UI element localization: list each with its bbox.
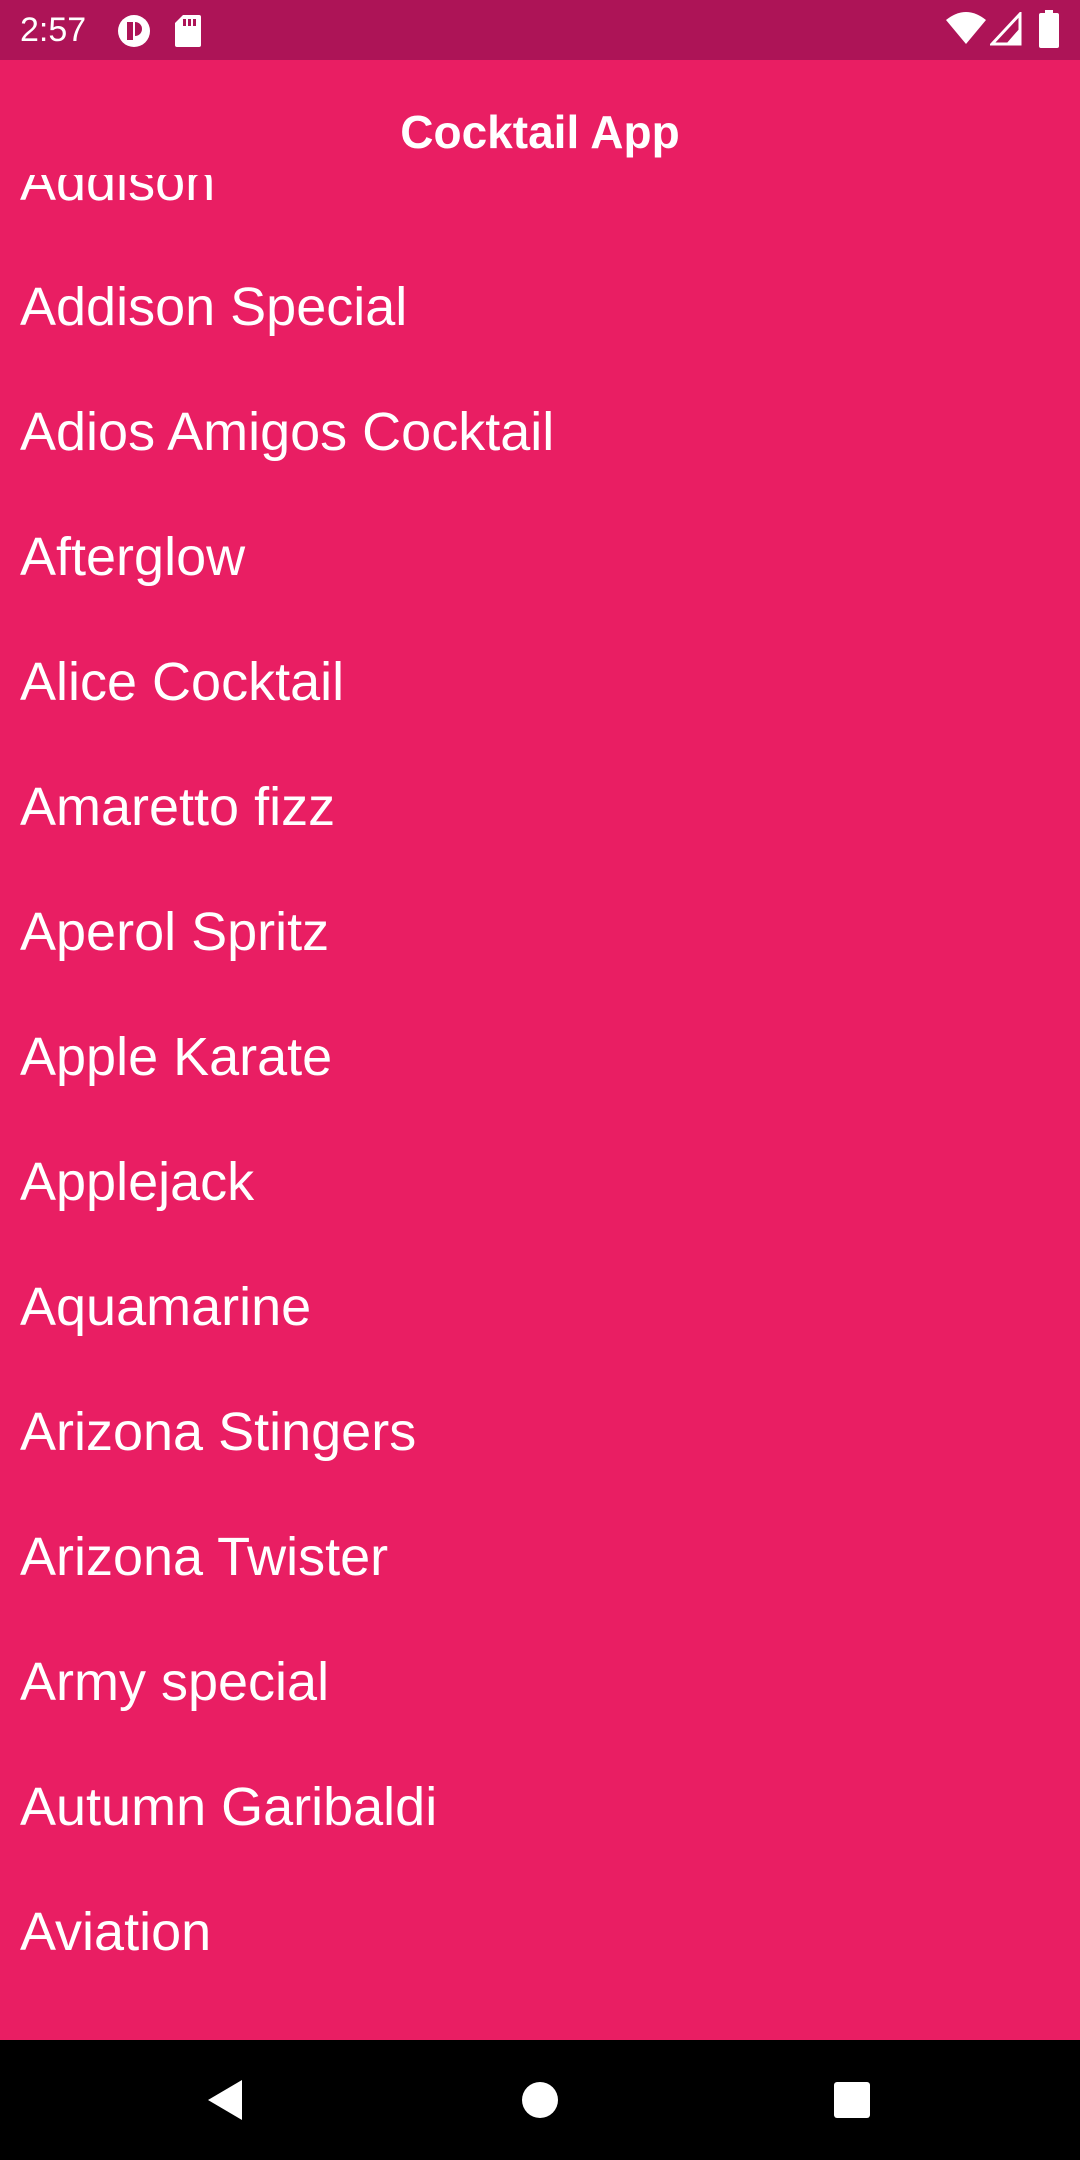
back-icon[interactable] bbox=[196, 2070, 256, 2130]
recents-icon[interactable] bbox=[822, 2070, 882, 2130]
list-item[interactable]: Addison bbox=[0, 175, 1080, 245]
list-item[interactable]: Aperol Spritz bbox=[0, 870, 1080, 995]
list-item[interactable]: Afterglow bbox=[0, 495, 1080, 620]
list-item[interactable]: Addison Special bbox=[0, 245, 1080, 370]
list-item[interactable]: Amaretto fizz bbox=[0, 745, 1080, 870]
list-item[interactable]: Arizona Twister bbox=[0, 1495, 1080, 1620]
sd-card-icon bbox=[174, 14, 202, 53]
cocktail-list-viewport[interactable]: Addison Addison Special Adios Amigos Coc… bbox=[0, 175, 1080, 2040]
list-item[interactable]: Applejack bbox=[0, 1120, 1080, 1245]
home-icon[interactable] bbox=[510, 2070, 570, 2130]
battery-icon bbox=[1038, 10, 1060, 53]
wifi-icon bbox=[946, 12, 986, 51]
list-item[interactable]: Arizona Stingers bbox=[0, 1370, 1080, 1495]
status-bar: 2:57 bbox=[0, 0, 1080, 60]
list-item[interactable]: Aquamarine bbox=[0, 1245, 1080, 1370]
page-title: Cocktail App bbox=[400, 106, 680, 158]
list-item[interactable]: Autumn Garibaldi bbox=[0, 1745, 1080, 1870]
list-item[interactable]: Army special bbox=[0, 1620, 1080, 1745]
list-item[interactable]: Alice Cocktail bbox=[0, 620, 1080, 745]
list-item[interactable]: Apple Karate bbox=[0, 995, 1080, 1120]
cellular-signal-icon bbox=[988, 10, 1022, 51]
notification-app-icon bbox=[116, 14, 152, 53]
navigation-bar bbox=[0, 2040, 1080, 2160]
list-item[interactable]: Adios Amigos Cocktail bbox=[0, 370, 1080, 495]
status-time: 2:57 bbox=[20, 11, 87, 49]
list-item[interactable]: Aviation bbox=[0, 1870, 1080, 1995]
cocktail-list: Addison Addison Special Adios Amigos Coc… bbox=[0, 175, 1080, 1995]
